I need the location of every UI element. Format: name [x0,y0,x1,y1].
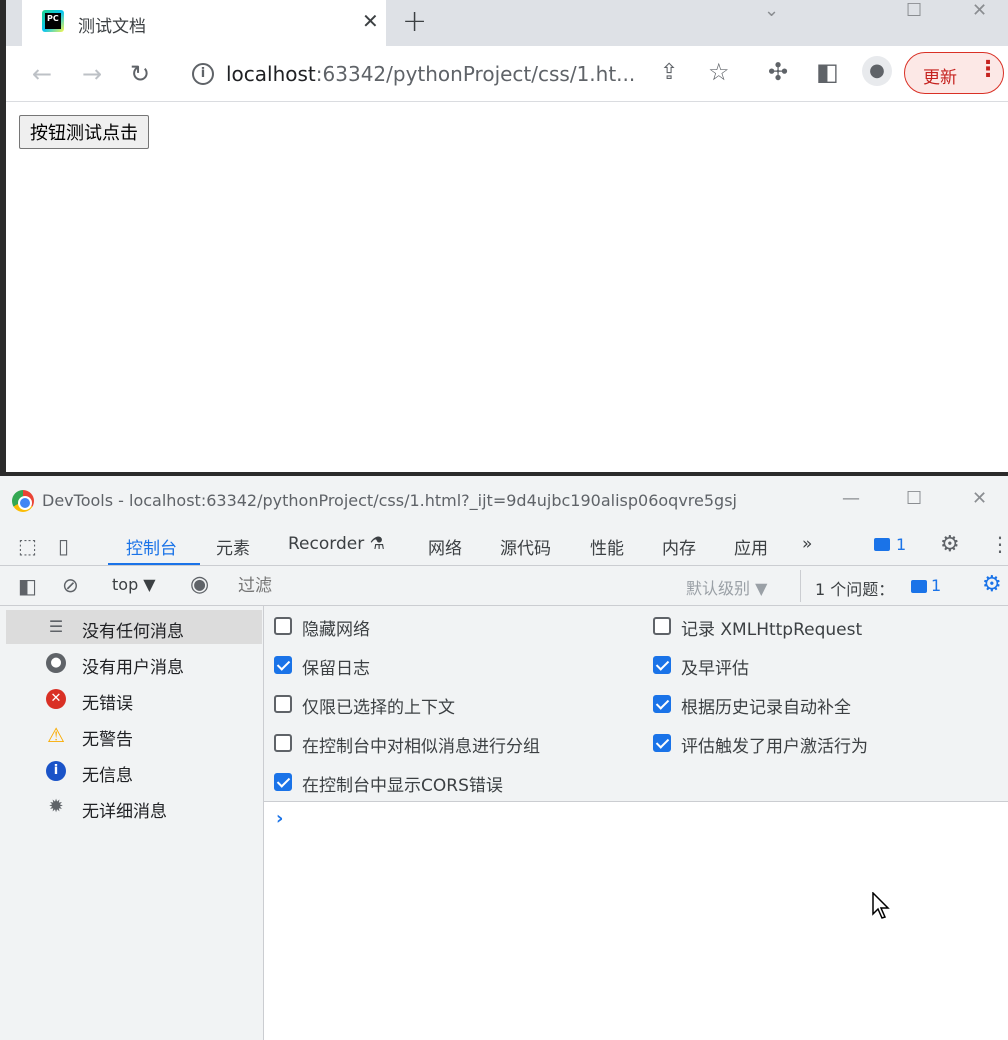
minimize-icon[interactable]: — [842,488,860,509]
tab-title: 测试文档 [78,17,146,37]
mouse-cursor-icon [872,892,890,919]
checkbox[interactable] [274,734,292,752]
sidebar-toggle-icon[interactable]: ◧ [18,574,37,598]
share-icon[interactable]: ⇪ [660,60,678,85]
url-text: localhost:63342/pythonProject/css/1.ht..… [226,62,635,86]
forward-icon[interactable]: → [82,60,102,88]
chevron-down-icon[interactable]: ⌄ [764,0,779,21]
checkbox[interactable] [653,617,671,635]
issues-badge[interactable]: 1 [866,532,916,560]
checkbox[interactable] [274,695,292,713]
devtools-titlebar: DevTools - localhost:63342/pythonProject… [0,476,1008,526]
tab-performance[interactable]: 性能 [590,534,624,559]
menu-kebab-icon[interactable]: ⋮ [977,59,999,81]
sidebar-item-info[interactable]: i 无信息 [6,754,262,788]
filter-input[interactable] [238,570,678,602]
info-icon: i [46,761,66,781]
new-tab-icon[interactable]: + [402,4,427,39]
checkbox[interactable] [653,695,671,713]
back-icon[interactable]: ← [32,60,52,88]
active-tab-indicator [108,563,200,565]
user-icon: ● [46,653,66,673]
window-close-icon[interactable]: ✕ [972,488,987,509]
console-filterbar: ◧ ⊘ top ▼ ◉ 默认级别 ▼ 1 个问题： 1 ⚙ [0,566,1008,606]
checkbox[interactable] [653,734,671,752]
gear-icon[interactable]: ⚙ [940,532,960,557]
issues-counter[interactable]: 1 个问题： 1 [800,570,950,602]
console-settings-panel: 隐藏网络 保留日志 仅限已选择的上下文 在控制台中对相似消息进行分组 在控制台中… [264,606,1008,802]
console-settings-gear-icon[interactable]: ⚙ [982,572,1002,597]
sidebar-item-errors[interactable]: ✕ 无错误 [6,682,262,716]
tab-sources[interactable]: 源代码 [500,534,551,559]
extensions-puzzle-icon[interactable]: ✣ [768,58,788,86]
browser-toolbar: ← → ↻ i localhost:63342/pythonProject/cs… [6,46,1008,102]
url-path: :63342/pythonProject/css/1.ht... [315,62,636,86]
bookmark-star-icon[interactable]: ☆ [708,58,730,86]
checkbox[interactable] [274,773,292,791]
tab-close-icon[interactable]: ✕ [362,9,379,33]
tab-recorder[interactable]: Recorder ⚗ [288,534,385,554]
chrome-logo-icon [12,490,34,512]
flask-icon: ⚗ [369,534,385,554]
console-prompt[interactable]: › [276,808,283,829]
checkbox[interactable] [653,656,671,674]
page-content: 按钮测试点击 [6,103,1008,472]
sidebar-item-all-messages[interactable]: ☰ 没有任何消息 [6,610,262,644]
update-button[interactable]: 更新 ⋮ [904,52,1004,94]
pycharm-favicon-icon: PC [42,10,64,32]
tab-application[interactable]: 应用 [734,534,768,559]
reload-icon[interactable]: ↻ [130,60,150,88]
profile-avatar-icon[interactable]: ● [862,56,892,86]
device-toolbar-icon[interactable]: ▯ [58,534,69,558]
tab-console[interactable]: 控制台 [126,534,177,559]
tab-network[interactable]: 网络 [428,534,462,559]
console-main: 隐藏网络 保留日志 仅限已选择的上下文 在控制台中对相似消息进行分组 在控制台中… [264,606,1008,1040]
devtools-window: DevTools - localhost:63342/pythonProject… [0,472,1008,1040]
clear-console-icon[interactable]: ⊘ [62,573,79,597]
checkbox[interactable] [274,656,292,674]
maximize-icon[interactable]: ☐ [906,488,922,509]
message-icon [874,538,890,551]
error-icon: ✕ [46,689,66,709]
test-click-button[interactable]: 按钮测试点击 [19,115,149,149]
bug-icon: ✹ [48,796,64,817]
eye-icon[interactable]: ◉ [190,572,209,597]
list-icon: ☰ [48,617,64,636]
side-panel-icon[interactable]: ◧ [816,58,839,86]
window-close-icon[interactable]: ✕ [972,0,987,21]
tab-elements[interactable]: 元素 [216,534,250,559]
maximize-icon[interactable]: ☐ [906,0,922,21]
more-tabs-icon[interactable]: » [802,534,812,554]
tab-memory[interactable]: 内存 [662,534,696,559]
devtools-tabbar: ⬚ ▯ 控制台 元素 Recorder ⚗ 网络 源代码 性能 内存 应用 » … [0,526,1008,566]
sidebar-item-user-messages[interactable]: ● 没有用户消息 [6,646,262,680]
site-info-icon[interactable]: i [192,63,214,85]
browser-window: PC 测试文档 ✕ + ⌄ ☐ ✕ ← → ↻ i localhost:6334… [0,0,1008,472]
message-icon [911,580,927,593]
sidebar-item-warnings[interactable]: ⚠ 无警告 [6,718,262,752]
warning-icon: ⚠ [47,723,65,747]
log-level-selector[interactable]: 默认级别 ▼ [686,575,767,599]
devtools-title: DevTools - localhost:63342/pythonProject… [42,491,737,510]
checkbox[interactable] [274,617,292,635]
tab-strip: PC 测试文档 ✕ + ⌄ ☐ ✕ [6,0,1008,46]
sidebar-item-verbose[interactable]: ✹ 无详细消息 [6,790,262,824]
browser-tab[interactable]: PC 测试文档 ✕ [22,0,386,46]
console-sidebar: ☰ 没有任何消息 ● 没有用户消息 ✕ 无错误 ⚠ 无警告 i 无信息 ✹ 无详… [0,606,264,1040]
url-host: localhost [226,62,316,86]
inspect-element-icon[interactable]: ⬚ [18,534,37,558]
context-selector[interactable]: top ▼ [112,575,156,594]
kebab-menu-icon[interactable]: ⋮ [990,532,1008,556]
